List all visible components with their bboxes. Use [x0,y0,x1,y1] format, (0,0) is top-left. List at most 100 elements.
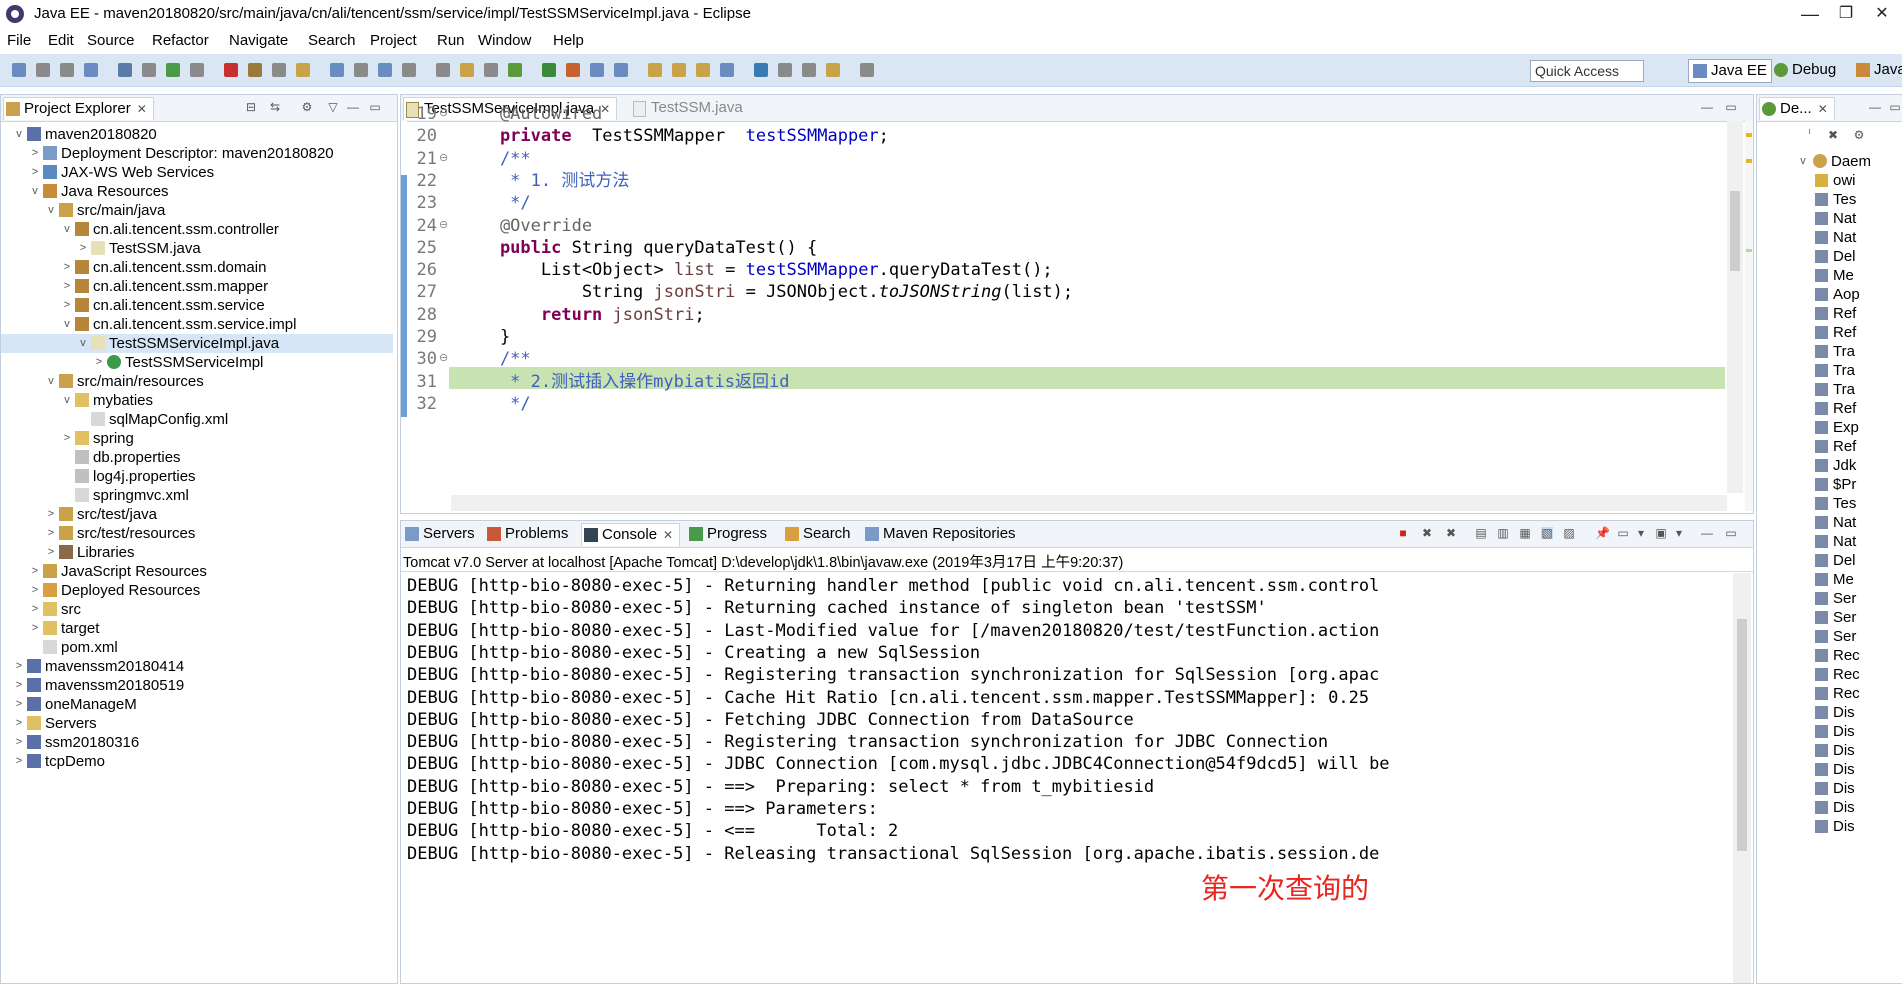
tab-console[interactable]: Console ✕ [581,523,681,546]
toolbar-button-icon[interactable] [248,63,262,77]
dropdown-icon[interactable]: ▾ [1635,527,1647,539]
code-line[interactable]: public String queryDataTest() { [459,237,817,259]
toolbar-button-icon[interactable] [296,63,310,77]
code-line[interactable]: } [459,326,510,348]
toolbar-button-icon[interactable] [566,63,580,77]
toolbar-button-icon[interactable] [12,63,26,77]
chevron-right-icon[interactable]: > [29,600,41,619]
chevron-right-icon[interactable]: > [13,752,25,771]
chevron-right-icon[interactable]: > [61,296,73,315]
perspective-java-ee[interactable]: Java EE [1688,59,1772,83]
tab-debug[interactable]: De... ✕ [1759,97,1835,120]
scroll-lock-icon[interactable]: ▥ [1497,527,1509,539]
menu-search[interactable]: Search [308,32,356,49]
tree-node[interactable]: > cn.ali.tencent.ssm.mapper [1,277,393,296]
terminate-icon[interactable]: ■ [1397,527,1409,539]
toolbar-button-icon[interactable] [330,63,344,77]
toolbar-button-icon[interactable] [272,63,286,77]
tree-node[interactable]: > src [1,600,393,619]
menu-run[interactable]: Run [437,32,465,49]
toolbar-button-icon[interactable] [84,63,98,77]
chevron-right-icon[interactable]: > [13,714,25,733]
toolbar-button-icon[interactable] [826,63,840,77]
chevron-right-icon[interactable]: > [93,353,105,372]
code-line[interactable]: return jsonStri; [459,304,705,326]
code-line[interactable]: @Override [459,215,592,237]
menu-edit[interactable]: Edit [48,32,74,49]
tree-node[interactable]: > src/test/java [1,505,393,524]
toolbar-button-icon[interactable] [354,63,368,77]
chevron-down-icon[interactable]: v [45,372,57,391]
show-on-stderr-icon[interactable]: ▨ [1563,527,1575,539]
minimize-icon[interactable]: — [1701,527,1713,539]
maximize-icon[interactable]: ▭ [1725,527,1737,539]
chevron-down-icon[interactable]: v [77,334,89,353]
chevron-right-icon[interactable]: > [45,505,57,524]
tab-project-explorer[interactable]: Project Explorer ✕ [3,97,154,120]
tree-node[interactable]: > Deployed Resources [1,581,393,600]
chevron-right-icon[interactable]: > [61,258,73,277]
scroll-thumb[interactable] [1730,191,1740,271]
toolbar-button-icon[interactable] [190,63,204,77]
chevron-right-icon[interactable]: > [13,676,25,695]
tab-maven-repositories[interactable]: Maven Repositories [863,523,1016,545]
maximize-icon[interactable]: ▭ [369,101,381,113]
tree-node[interactable]: sqlMapConfig.xml [1,410,393,429]
fold-toggle-icon[interactable]: ⊖ [439,106,448,119]
tree-node[interactable]: > src/test/resources [1,524,393,543]
tree-node[interactable]: v Java Resources [1,182,393,201]
chevron-right-icon[interactable]: > [61,429,73,448]
word-wrap-icon[interactable]: ▦ [1519,527,1531,539]
toolbar-button-icon[interactable] [436,63,450,77]
toolbar-button-icon[interactable] [672,63,686,77]
toolbar-button-icon[interactable] [508,63,522,77]
fold-toggle-icon[interactable]: ⊖ [439,151,448,164]
menu-file[interactable]: File [7,32,31,49]
menu-refactor[interactable]: Refactor [152,32,209,49]
link-editor-icon[interactable]: ⇆ [269,101,281,113]
console-vscrollbar[interactable] [1733,573,1751,983]
warning-marker[interactable] [1746,133,1752,137]
tree-node[interactable]: springmvc.xml [1,486,393,505]
tree-node[interactable]: > JavaScript Resources [1,562,393,581]
menu-window[interactable]: Window [478,32,531,49]
toolbar-button-icon[interactable] [696,63,710,77]
editor-hscrollbar[interactable] [451,495,1727,511]
tree-node[interactable]: > JAX-WS Web Services [1,163,393,182]
maximize-icon[interactable]: ▭ [1889,101,1901,113]
minimize-icon[interactable]: — [347,101,359,113]
code-line[interactable]: * 1. 测试方法 [459,170,629,192]
close-button[interactable]: ✕ [1862,2,1902,26]
code-line[interactable]: private TestSSMMapper testSSMMapper; [459,125,889,147]
occurrence-marker[interactable] [1746,249,1752,252]
toolbar-button-icon[interactable] [36,63,50,77]
fold-toggle-icon[interactable]: ⊖ [439,351,448,364]
tree-node[interactable]: v mybaties [1,391,393,410]
toolbar-button-icon[interactable] [460,63,474,77]
menu-navigate[interactable]: Navigate [229,32,288,49]
code-line[interactable]: /** [459,148,531,170]
tree-node[interactable]: pom.xml [1,638,393,657]
toolbar-button-icon[interactable] [778,63,792,77]
toolbar-button-icon[interactable] [802,63,816,77]
chevron-down-icon[interactable]: v [61,315,73,334]
code-line[interactable]: */ [459,393,530,415]
chevron-right-icon[interactable]: > [61,277,73,296]
toolbar-button-icon[interactable] [142,63,156,77]
chevron-right-icon[interactable]: > [29,163,41,182]
editor-vscrollbar[interactable] [1727,121,1743,493]
remove-terminated-icon[interactable]: ✖ [1827,129,1839,141]
minimize-icon[interactable]: — [1701,101,1713,113]
tree-node[interactable]: v TestSSMServiceImpl.java [1,334,393,353]
view-menu-icon[interactable]: ⚙ [1853,129,1865,141]
chevron-right-icon[interactable]: > [13,695,25,714]
fold-toggle-icon[interactable]: ⊖ [439,218,448,231]
chevron-down-icon[interactable]: v [13,125,25,144]
menu-source[interactable]: Source [87,32,135,49]
tab-servers[interactable]: Servers [403,523,475,545]
remove-launch-icon[interactable]: ✖ [1421,527,1433,539]
menu-project[interactable]: Project [370,32,417,49]
toolbar-button-icon[interactable] [224,63,238,77]
chevron-right-icon[interactable]: > [29,562,41,581]
tree-node[interactable]: v maven20180820 [1,125,393,144]
